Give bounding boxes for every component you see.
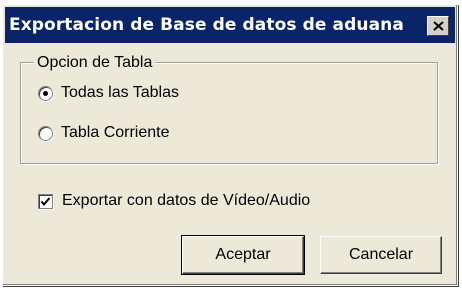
radio-all-tables-control[interactable]: [38, 85, 53, 101]
radio-all-tables-label: Todas las Tablas: [61, 84, 179, 101]
checkmark-icon: [40, 196, 51, 206]
radio-current-table-control[interactable]: [38, 125, 53, 141]
radio-current-table-label: Tabla Corriente: [61, 124, 170, 141]
export-media-label: Exportar con datos de Vídeo/Audio: [62, 192, 311, 209]
export-media-checkbox[interactable]: [38, 193, 53, 209]
radio-selected-dot: [43, 90, 48, 96]
export-media-checkbox-row[interactable]: Exportar con datos de Vídeo/Audio: [38, 192, 310, 210]
accept-button[interactable]: Aceptar: [181, 235, 305, 275]
table-option-group: [20, 62, 438, 164]
cancel-button[interactable]: Cancelar: [320, 236, 442, 274]
radio-current-table[interactable]: Tabla Corriente: [38, 124, 170, 142]
table-option-legend: Opcion de Tabla: [34, 54, 156, 72]
title-bar[interactable]: Exportacion de Base de datos de aduana: [5, 7, 455, 43]
close-icon: [432, 21, 444, 31]
window-title: Exportacion de Base de datos de aduana: [9, 15, 404, 35]
radio-all-tables[interactable]: Todas las Tablas: [38, 84, 179, 102]
close-button[interactable]: [427, 16, 449, 36]
